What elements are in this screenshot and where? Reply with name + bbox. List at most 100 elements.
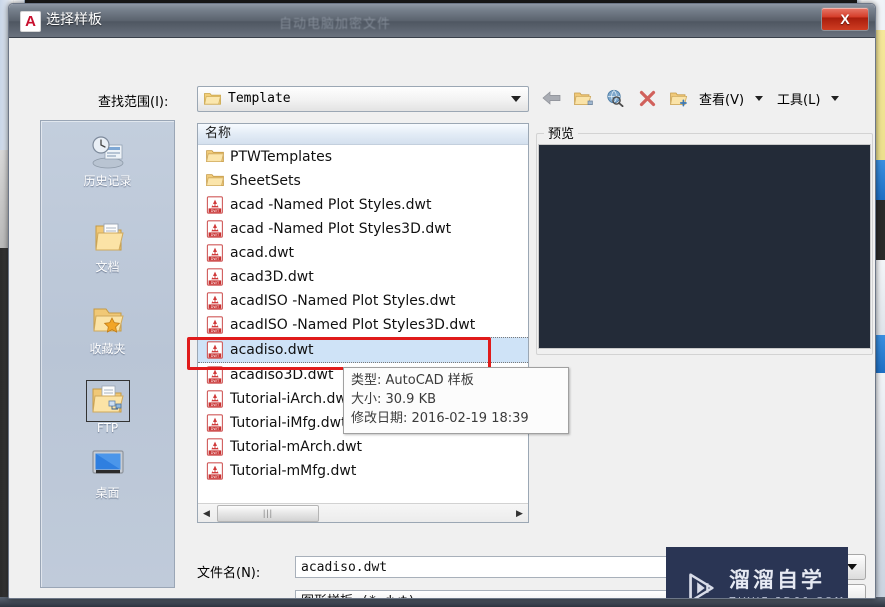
file-list-row-label: acadiso3D.dwt	[230, 367, 334, 383]
dwt-file-icon: DWT	[206, 341, 224, 359]
file-list-row-label: Tutorial-mMfg.dwt	[230, 463, 357, 479]
sidebar-item-documents-label: 文档	[95, 260, 120, 274]
file-list-row[interactable]: DWT acad -Named Plot Styles3D.dwt	[198, 217, 528, 241]
autocad-app-icon: A	[20, 11, 41, 32]
dialog-titlebar[interactable]: A 选择样板 自动电脑加密文件 X	[9, 4, 875, 38]
new-folder-button[interactable]	[665, 85, 693, 111]
places-bar: 历史记录 文档 收藏夹 FTP 桌面	[40, 120, 175, 588]
file-list-row[interactable]: DWT acadISO -Named Plot Styles3D.dwt	[198, 313, 528, 337]
dialog-toolbar: 查看(V) 工具(L)	[537, 84, 847, 112]
file-list-row[interactable]: DWT acad -Named Plot Styles.dwt	[198, 193, 528, 217]
view-menu[interactable]: 查看(V)	[697, 89, 746, 108]
up-folder-button[interactable]	[569, 85, 597, 111]
ftp-folder-icon	[85, 380, 130, 422]
sidebar-item-documents[interactable]: 文档	[41, 219, 174, 275]
look-in-label: 查找范围(I):	[98, 95, 169, 110]
select-template-dialog: A 选择样板 自动电脑加密文件 X 查找范围(I): Template 查看(V…	[8, 3, 876, 599]
play-button-logo-icon	[689, 573, 714, 598]
back-button[interactable]	[537, 85, 565, 111]
file-list-row[interactable]: DWT acadiso.dwt	[198, 337, 528, 363]
watermark-text: 溜溜自学 ZIXUE.3D66.COM	[729, 567, 845, 598]
dwt-file-icon: DWT	[206, 220, 224, 238]
file-list-row[interactable]: DWT acad.dwt	[198, 241, 528, 265]
watermark-subtitle: ZIXUE.3D66.COM	[729, 596, 845, 598]
file-list-panel: 名称 PTWTemplates SheetSets DWT acad -Name…	[197, 123, 529, 523]
file-list-row[interactable]: SheetSets	[198, 169, 528, 193]
file-list-row-label: PTWTemplates	[230, 149, 333, 165]
up-folder-icon	[573, 92, 593, 105]
file-list-row-label: Tutorial-iArch.dwt	[230, 391, 353, 407]
file-list-column-header[interactable]: 名称	[198, 124, 528, 145]
preview-label: 预览	[544, 123, 579, 142]
history-icon	[88, 133, 128, 171]
dwt-file-icon: DWT	[206, 292, 224, 310]
search-globe-icon	[607, 89, 624, 107]
tools-menu-chevron-down-icon[interactable]	[831, 95, 840, 101]
chevron-down-icon[interactable]	[511, 96, 521, 102]
svg-text:DWT: DWT	[211, 329, 220, 333]
sidebar-item-favorites-label: 收藏夹	[89, 342, 126, 356]
svg-text:DWT: DWT	[211, 403, 220, 407]
dwt-file-icon: DWT	[206, 366, 224, 384]
file-list-row[interactable]: PTWTemplates	[198, 145, 528, 169]
dwt-file-icon: DWT	[206, 268, 224, 286]
favorites-folder-icon	[88, 301, 128, 339]
svg-text:DWT: DWT	[211, 354, 220, 358]
sidebar-item-desktop-label: 桌面	[95, 486, 120, 500]
file-list-row[interactable]: DWT acad3D.dwt	[198, 265, 528, 289]
filetype-label: 文件类型(T):	[197, 595, 271, 598]
file-list-row[interactable]: DWT Tutorial-mArch.dwt	[198, 435, 528, 459]
folder-icon	[206, 148, 224, 166]
file-list-row-label: acad3D.dwt	[230, 269, 314, 285]
file-list-horizontal-scrollbar[interactable]: ◀ ||| ▶	[198, 503, 528, 522]
watermark-title: 溜溜自学	[729, 567, 825, 592]
scrollbar-grip: |||	[262, 507, 274, 518]
dwt-file-icon: DWT	[206, 390, 224, 408]
look-in-combobox[interactable]: Template	[197, 86, 529, 112]
svg-text:DWT: DWT	[211, 305, 220, 309]
sidebar-item-desktop[interactable]: 桌面	[41, 445, 174, 501]
file-list-row[interactable]: DWT Tutorial-mMfg.dwt	[198, 459, 528, 483]
close-button[interactable]: X	[821, 7, 869, 31]
sidebar-item-favorites[interactable]: 收藏夹	[41, 301, 174, 357]
file-info-tooltip: 类型: AutoCAD 样板 大小: 30.9 KB 修改日期: 2016-02…	[343, 367, 569, 434]
svg-text:DWT: DWT	[211, 209, 220, 213]
preview-image-area	[538, 144, 871, 349]
scrollbar-thumb[interactable]: |||	[217, 504, 319, 522]
filename-label: 文件名(N):	[197, 566, 261, 581]
dialog-title: 选择样板	[46, 12, 102, 28]
scroll-right-arrow-icon[interactable]: ▶	[511, 505, 528, 522]
desktop-monitor-icon	[88, 445, 128, 483]
svg-text:DWT: DWT	[211, 233, 220, 237]
look-in-value: Template	[228, 91, 291, 106]
search-web-button[interactable]	[601, 85, 629, 111]
svg-text:DWT: DWT	[211, 451, 220, 455]
sidebar-item-ftp-label: FTP	[96, 421, 119, 435]
view-menu-chevron-down-icon[interactable]	[755, 95, 764, 101]
dwt-file-icon: DWT	[206, 316, 224, 334]
new-folder-icon	[669, 92, 687, 106]
file-list-row-label: acadiso.dwt	[230, 342, 314, 358]
scroll-left-arrow-icon[interactable]: ◀	[198, 505, 215, 522]
file-list-row[interactable]: DWT acadISO -Named Plot Styles.dwt	[198, 289, 528, 313]
chevron-down-icon	[847, 564, 857, 570]
file-list-row-label: acad -Named Plot Styles3D.dwt	[230, 221, 452, 237]
file-list-rows: PTWTemplates SheetSets DWT acad -Named P…	[198, 145, 528, 503]
tooltip-type-line: 类型: AutoCAD 样板	[351, 373, 474, 388]
file-list-row-label: acadISO -Named Plot Styles.dwt	[230, 293, 456, 309]
file-list-row-label: Tutorial-iMfg.dwt	[230, 415, 347, 431]
tools-menu[interactable]: 工具(L)	[775, 89, 822, 108]
sidebar-item-history-label: 历史记录	[83, 174, 132, 188]
dialog-body: 查找范围(I): Template 查看(V) 工具(L) 历史记录 文档 收藏…	[9, 38, 875, 598]
sidebar-item-history[interactable]: 历史记录	[41, 133, 174, 189]
delete-button[interactable]	[633, 85, 661, 111]
svg-text:DWT: DWT	[211, 427, 220, 431]
sidebar-item-ftp[interactable]: FTP	[41, 380, 174, 435]
svg-text:DWT: DWT	[211, 257, 220, 261]
documents-folder-icon	[88, 219, 128, 257]
svg-text:DWT: DWT	[211, 281, 220, 285]
file-list-row-label: SheetSets	[230, 173, 301, 189]
svg-text:DWT: DWT	[211, 475, 220, 479]
dwt-file-icon: DWT	[206, 244, 224, 262]
screen-root: A 选择样板 自动电脑加密文件 X 查找范围(I): Template 查看(V…	[0, 0, 885, 607]
